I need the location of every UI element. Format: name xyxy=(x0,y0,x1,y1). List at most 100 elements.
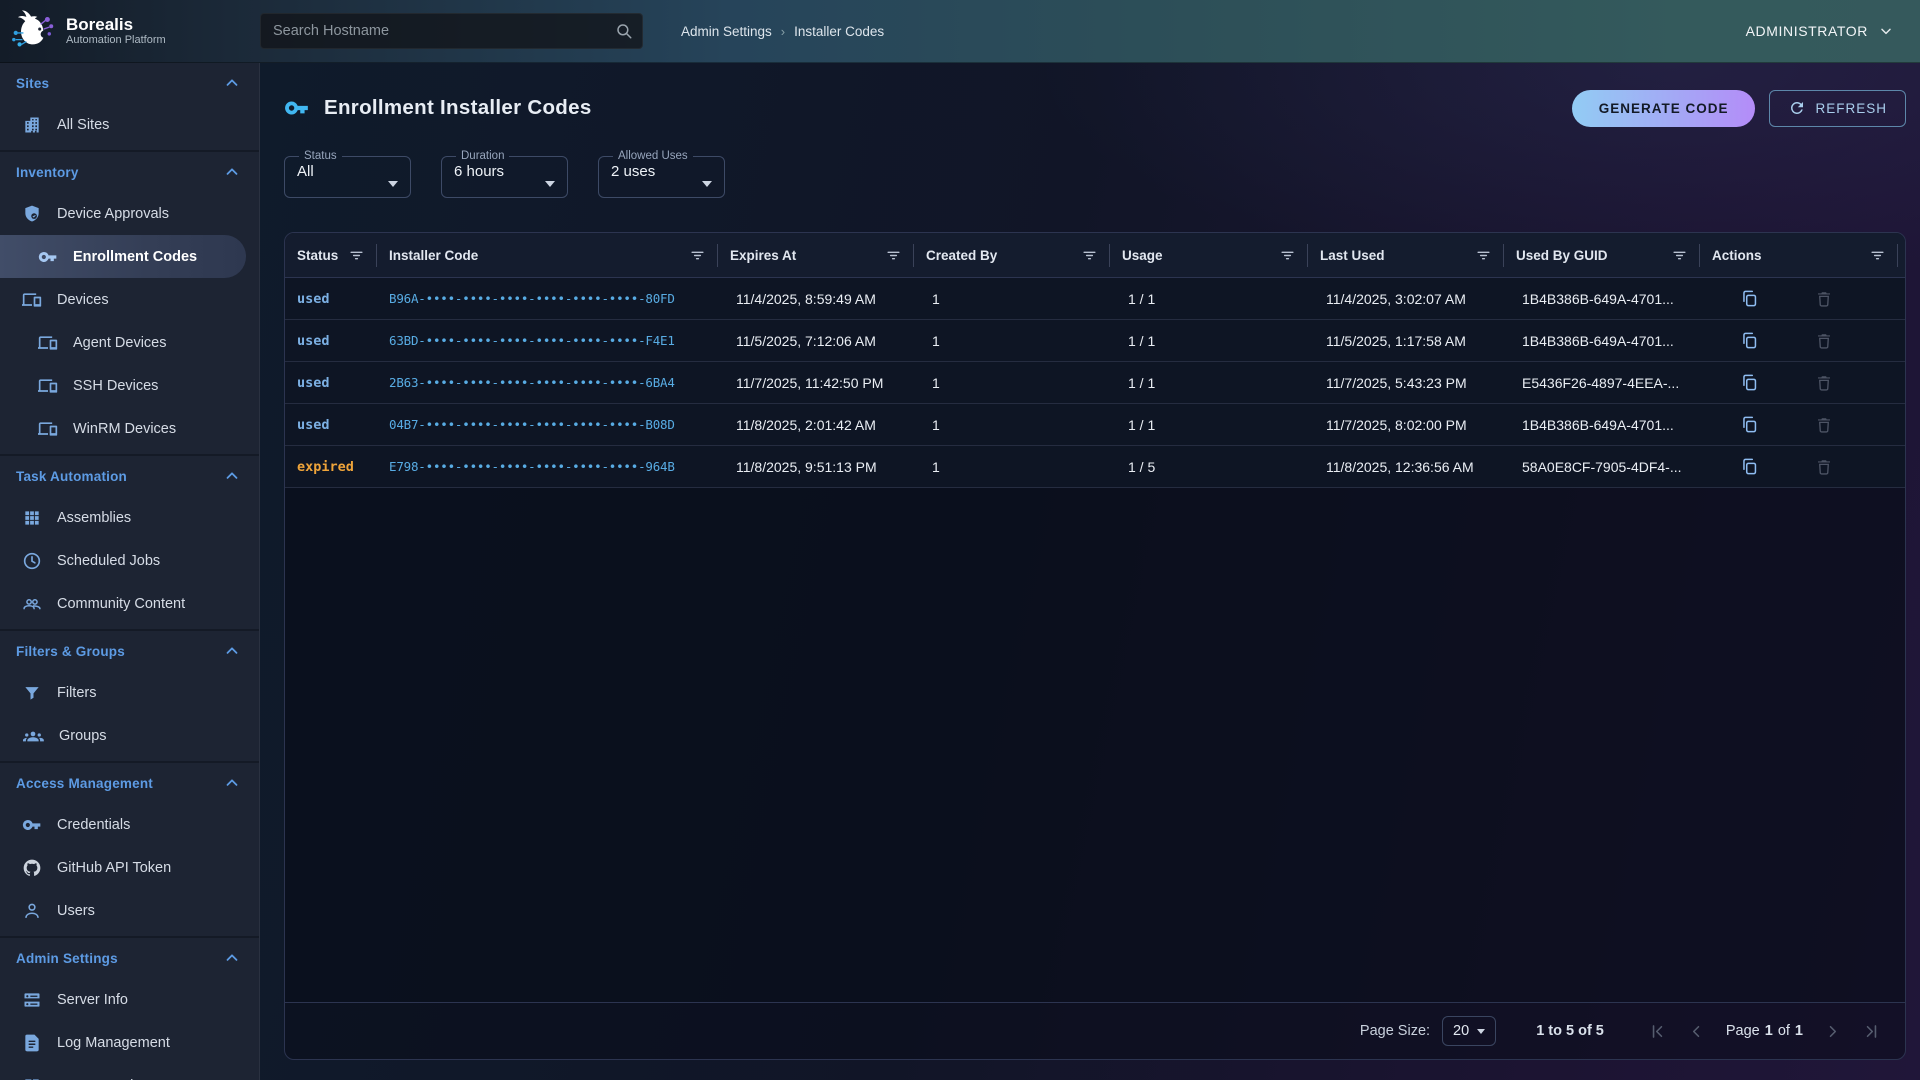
sidebar-item-community-content[interactable]: Community Content xyxy=(0,582,259,625)
filter-select-status[interactable]: StatusAll xyxy=(284,150,411,198)
delete-icon[interactable] xyxy=(1815,416,1833,434)
page-size-label: Page Size: xyxy=(1360,1023,1430,1039)
filter-icon[interactable] xyxy=(1671,247,1688,264)
first-page-icon[interactable] xyxy=(1648,1022,1667,1041)
sidebar-item-log-management[interactable]: Log Management xyxy=(0,1021,259,1064)
created-by-cell: 1 xyxy=(914,291,1110,307)
chevron-up-icon xyxy=(223,467,241,485)
table-row: usedB96A-••••-••••-••••-••••-••••-••••-8… xyxy=(285,278,1905,320)
column-header-used-by-guid[interactable]: Used By GUID xyxy=(1504,233,1700,277)
column-header-last-used[interactable]: Last Used xyxy=(1308,233,1504,277)
sidebar-item-server-info[interactable]: Server Info xyxy=(0,978,259,1021)
filter-icon[interactable] xyxy=(1869,247,1886,264)
sidebar-section-header-sites[interactable]: Sites xyxy=(0,63,259,103)
sidebar-item-filters[interactable]: Filters xyxy=(0,671,259,714)
sidebar-item-all-sites[interactable]: All Sites xyxy=(0,103,259,146)
column-header-label: Created By xyxy=(926,248,997,263)
sidebar-item-assemblies[interactable]: Assemblies xyxy=(0,496,259,539)
installer-code-cell[interactable]: 2B63-••••-••••-••••-••••-••••-••••-6BA4 xyxy=(377,375,718,390)
sidebar-section-header-access-management[interactable]: Access Management xyxy=(0,763,259,803)
copy-icon[interactable] xyxy=(1740,457,1759,476)
copy-icon[interactable] xyxy=(1740,331,1759,350)
sidebar-item-label: Credentials xyxy=(57,817,130,833)
caret-down-icon xyxy=(702,181,712,187)
last-page-icon[interactable] xyxy=(1862,1022,1881,1041)
filter-select-allowed-uses[interactable]: Allowed Uses2 uses xyxy=(598,150,725,198)
next-page-icon[interactable] xyxy=(1823,1022,1842,1041)
breadcrumb-admin-settings[interactable]: Admin Settings xyxy=(681,24,772,39)
pager: Page 1 of 1 xyxy=(1648,1022,1881,1041)
column-header-created-by[interactable]: Created By xyxy=(914,233,1110,277)
sidebar-item-users[interactable]: Users xyxy=(0,889,259,932)
installer-code-cell[interactable]: B96A-••••-••••-••••-••••-••••-••••-80FD xyxy=(377,291,718,306)
installer-code-cell[interactable]: 04B7-••••-••••-••••-••••-••••-••••-B08D xyxy=(377,417,718,432)
filter-icon[interactable] xyxy=(1279,247,1296,264)
log-icon xyxy=(22,1033,42,1053)
actions-cell xyxy=(1700,331,1898,350)
installer-code-cell[interactable]: E798-••••-••••-••••-••••-••••-••••-964B xyxy=(377,459,718,474)
column-header-status[interactable]: Status xyxy=(285,233,377,277)
filter-icon[interactable] xyxy=(348,247,365,264)
sidebar-item-label: GitHub API Token xyxy=(57,860,171,876)
filter-value: 6 hours xyxy=(454,163,555,180)
delete-icon[interactable] xyxy=(1815,374,1833,392)
sidebar-item-label: Server Info xyxy=(57,992,128,1008)
sidebar-item-device-approvals[interactable]: Device Approvals xyxy=(0,192,259,235)
filter-select-duration[interactable]: Duration6 hours xyxy=(441,150,568,198)
sidebar-item-agent-devices[interactable]: Agent Devices xyxy=(0,321,259,364)
copy-icon[interactable] xyxy=(1740,289,1759,308)
status-cell: used xyxy=(285,291,377,307)
sidebar-item-page-template[interactable]: Page Template xyxy=(0,1064,259,1080)
caret-down-icon xyxy=(545,181,555,187)
filter-icon[interactable] xyxy=(885,247,902,264)
key-icon xyxy=(38,247,58,267)
grid-icon xyxy=(22,508,42,528)
breadcrumb-installer-codes[interactable]: Installer Codes xyxy=(794,24,884,39)
delete-icon[interactable] xyxy=(1815,458,1833,476)
sidebar-item-devices[interactable]: Devices xyxy=(0,278,259,321)
sidebar-item-github-api-token[interactable]: GitHub API Token xyxy=(0,846,259,889)
chevron-up-icon xyxy=(223,949,241,967)
sidebar: SitesAll Sites InventoryDevice ApprovalsE… xyxy=(0,63,260,1080)
server-icon xyxy=(22,990,42,1010)
refresh-button[interactable]: REFRESH xyxy=(1769,90,1906,127)
sidebar-item-enrollment-codes[interactable]: Enrollment Codes xyxy=(0,235,246,278)
user-menu[interactable]: ADMINISTRATOR xyxy=(1746,23,1920,39)
sidebar-section-header-task-automation[interactable]: Task Automation xyxy=(0,456,259,496)
sidebar-section-header-admin-settings[interactable]: Admin Settings xyxy=(0,938,259,978)
sidebar-section-header-filters-groups[interactable]: Filters & Groups xyxy=(0,631,259,671)
sidebar-item-scheduled-jobs[interactable]: Scheduled Jobs xyxy=(0,539,259,582)
sidebar-item-groups[interactable]: Groups xyxy=(0,714,259,757)
actions-cell xyxy=(1700,373,1898,392)
filter-icon[interactable] xyxy=(689,247,706,264)
sidebar-section-header-inventory[interactable]: Inventory xyxy=(0,152,259,192)
sidebar-item-winrm-devices[interactable]: WinRM Devices xyxy=(0,407,259,450)
search-input[interactable] xyxy=(260,13,643,49)
filter-icon[interactable] xyxy=(1081,247,1098,264)
column-header-expires-at[interactable]: Expires At xyxy=(718,233,914,277)
usage-cell: 1 / 1 xyxy=(1110,291,1308,307)
delete-icon[interactable] xyxy=(1815,332,1833,350)
filter-icon[interactable] xyxy=(1475,247,1492,264)
delete-icon[interactable] xyxy=(1815,290,1833,308)
devices-icon xyxy=(38,376,58,396)
copy-icon[interactable] xyxy=(1740,373,1759,392)
column-header-usage[interactable]: Usage xyxy=(1110,233,1308,277)
column-header-label: Last Used xyxy=(1320,248,1385,263)
chevron-up-icon xyxy=(223,163,241,181)
actions-cell xyxy=(1700,415,1898,434)
previous-page-icon[interactable] xyxy=(1687,1022,1706,1041)
generate-code-button[interactable]: GENERATE CODE xyxy=(1572,90,1756,127)
installer-code-cell[interactable]: 63BD-••••-••••-••••-••••-••••-••••-F4E1 xyxy=(377,333,718,348)
table-header-row: StatusInstaller CodeExpires At Created By… xyxy=(285,233,1905,278)
copy-icon[interactable] xyxy=(1740,415,1759,434)
sidebar-item-ssh-devices[interactable]: SSH Devices xyxy=(0,364,259,407)
table-row: expiredE798-••••-••••-••••-••••-••••-•••… xyxy=(285,446,1905,488)
page-size-select[interactable]: 20 xyxy=(1442,1016,1496,1046)
filter-row: StatusAll Duration6 hours Allowed Uses2 us… xyxy=(284,150,1906,202)
search-icon[interactable] xyxy=(615,22,633,40)
column-header-installer-code[interactable]: Installer Code xyxy=(377,233,718,277)
page-header: Enrollment Installer Codes GENERATE CODE… xyxy=(284,88,1906,128)
column-header-actions[interactable]: Actions xyxy=(1700,233,1898,277)
sidebar-item-credentials[interactable]: Credentials xyxy=(0,803,259,846)
